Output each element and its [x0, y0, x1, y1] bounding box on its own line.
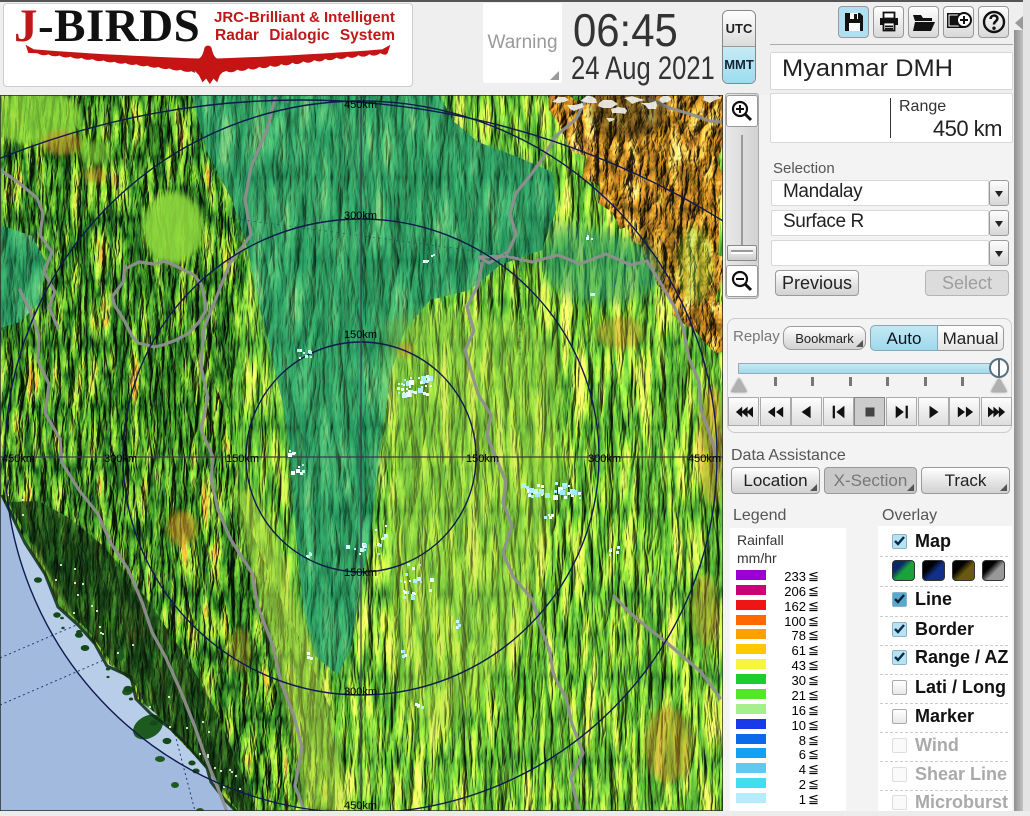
- svg-text:450km: 450km: [688, 453, 721, 465]
- svg-text:150km: 150km: [344, 567, 377, 579]
- svg-text:450km: 450km: [2, 453, 35, 465]
- svg-text:450km: 450km: [344, 800, 377, 811]
- svg-text:150km: 150km: [344, 329, 377, 341]
- svg-text:300km: 300km: [104, 453, 137, 465]
- svg-text:150km: 150km: [226, 453, 259, 465]
- svg-text:450km: 450km: [344, 99, 377, 111]
- svg-text:300km: 300km: [344, 210, 377, 222]
- svg-text:150km: 150km: [466, 453, 499, 465]
- svg-text:300km: 300km: [588, 453, 621, 465]
- svg-text:300km: 300km: [344, 686, 377, 698]
